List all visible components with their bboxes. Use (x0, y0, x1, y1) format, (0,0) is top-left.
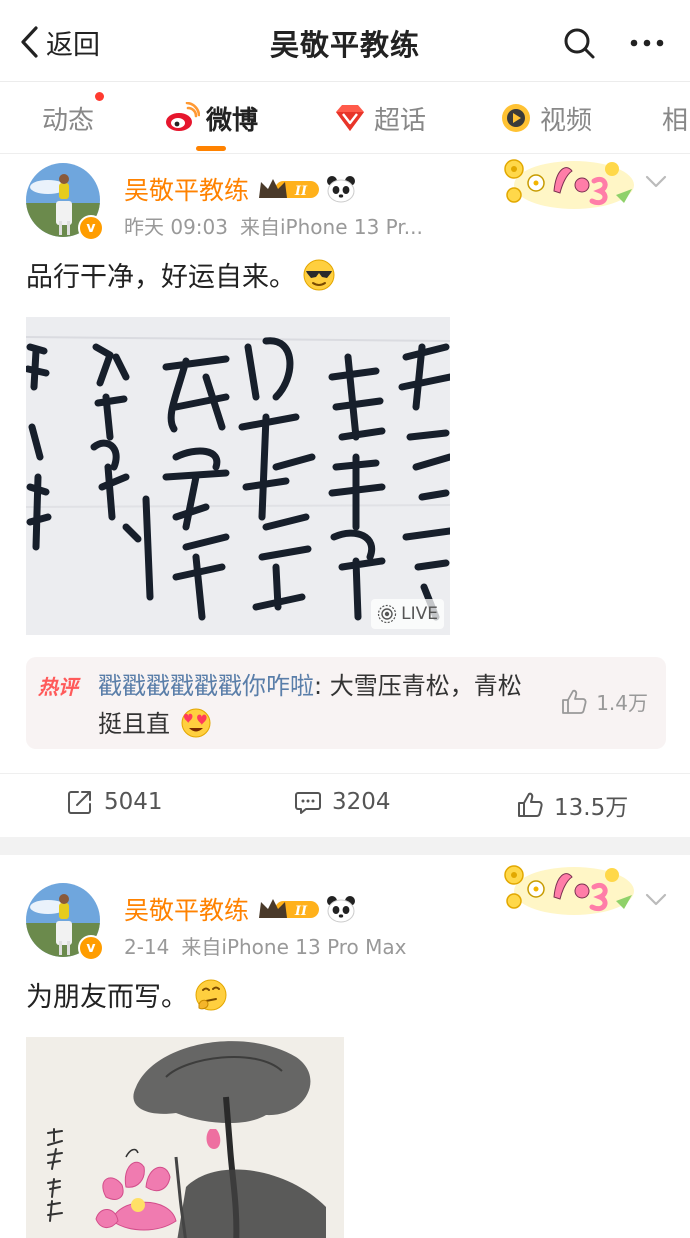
hot-comment-like-button[interactable]: 1.4万 (560, 687, 648, 716)
post-image-lotus-painting[interactable] (26, 1037, 344, 1238)
panda-icon (327, 176, 356, 203)
post-text: 品行干净，好运自来。 (26, 262, 296, 293)
author-name[interactable]: 吴敬平教练 (124, 171, 249, 207)
supertopic-gem-icon (336, 105, 364, 131)
tab-dynamics[interactable]: 动态 (42, 98, 94, 138)
top-navigation-bar: 返回 吴敬平教练 (0, 0, 690, 82)
hot-comment[interactable]: 热评 戳戳戳戳戳戳你咋啦: 大雪压青松，青松挺且直 1.4万 (26, 657, 666, 749)
post-text-row: 品行干净，好运自来。 (26, 255, 336, 294)
tab-supertopic[interactable]: 超话 (332, 98, 426, 138)
live-label: LIVE (401, 604, 438, 624)
tab-photos[interactable]: 相 (662, 98, 688, 138)
profile-tabs: 动态 微博 超话 视频 相 (0, 82, 690, 154)
feed-post: v 吴敬平教练 II 2-14 来自iPhone 13 Pro Max 为朋友而… (0, 855, 690, 1238)
post-time: 2-14 (124, 935, 170, 959)
tab-label: 微博 (206, 105, 259, 136)
hot-comment-separator: : (314, 672, 330, 700)
level-crown-badge-icon: II (259, 179, 320, 199)
heart-eyes-emoji-icon (181, 708, 211, 738)
post-image-calligraphy[interactable]: LIVE (26, 317, 450, 635)
tab-label: 动态 (42, 105, 95, 136)
active-tab-indicator (196, 146, 226, 151)
feed-separator (0, 837, 690, 855)
comment-button[interactable]: 3204 (294, 788, 391, 816)
vlog-decoration-icon (504, 865, 634, 915)
level-crown-badge-icon: II (259, 899, 320, 919)
thumbs-up-icon (518, 792, 543, 817)
post-meta: 2-14 来自iPhone 13 Pro Max (124, 931, 407, 960)
author-name[interactable]: 吴敬平教练 (124, 891, 249, 927)
calligraphy-artwork (26, 317, 450, 635)
verified-badge: v (78, 935, 104, 961)
thinking-emoji-icon (195, 979, 227, 1010)
level-badge-text: II (294, 184, 308, 199)
tab-label: 相 (662, 105, 689, 136)
post-text: 为朋友而写。 (26, 982, 188, 1013)
repost-button[interactable]: 5041 (66, 788, 163, 816)
post-action-bar: 5041 3204 13.5万 (0, 773, 690, 835)
post-source: 来自iPhone 13 Pro Max (181, 935, 407, 959)
post-meta: 昨天 09:03 来自iPhone 13 Pr... (124, 211, 423, 240)
lotus-painting-artwork (26, 1037, 344, 1238)
hot-comment-tag: 热评 (38, 675, 78, 699)
like-count: 13.5万 (554, 795, 629, 821)
hot-comment-user[interactable]: 戳戳戳戳戳戳你咋啦 (98, 672, 314, 700)
live-photo-badge: LIVE (371, 599, 444, 629)
tab-label: 超话 (374, 105, 427, 136)
post-text-row: 为朋友而写。 (26, 975, 228, 1014)
search-icon[interactable] (562, 26, 596, 60)
sunglasses-emoji-icon (303, 259, 335, 290)
like-button[interactable]: 13.5万 (516, 788, 628, 822)
repost-share-icon (68, 791, 91, 814)
post-source: 来自iPhone 13 Pr... (240, 215, 423, 239)
weibo-icon (166, 102, 200, 131)
tab-weibo[interactable]: 微博 (164, 98, 258, 138)
live-photo-icon (378, 604, 397, 624)
post-time: 昨天 09:03 (124, 215, 228, 239)
vlog-decoration-icon (504, 159, 634, 209)
notification-dot (95, 92, 104, 101)
thumbs-up-icon (562, 689, 587, 714)
author-row: 吴敬平教练 II (124, 891, 357, 927)
comment-count: 3204 (332, 789, 391, 815)
author-row: 吴敬平教练 II (124, 171, 357, 207)
video-icon (502, 104, 530, 132)
repost-count: 5041 (104, 789, 163, 815)
chevron-down-icon[interactable] (644, 173, 668, 191)
panda-icon (327, 896, 356, 923)
tab-video[interactable]: 视频 (498, 98, 592, 138)
comment-icon (295, 792, 321, 814)
verified-badge: v (78, 215, 104, 241)
hot-comment-body: 戳戳戳戳戳戳你咋啦: 大雪压青松，青松挺且直 (98, 667, 538, 743)
verified-mark: v (86, 940, 96, 956)
more-options-icon[interactable] (628, 26, 666, 60)
feed-post: v 吴敬平教练 II 昨天 09:03 来自iPhone 13 Pr... 品行… (0, 155, 690, 837)
level-badge-text: II (294, 904, 308, 919)
chevron-down-icon[interactable] (644, 891, 668, 909)
hot-comment-like-count: 1.4万 (596, 691, 648, 715)
verified-mark: v (86, 220, 96, 236)
tab-label: 视频 (540, 105, 593, 136)
